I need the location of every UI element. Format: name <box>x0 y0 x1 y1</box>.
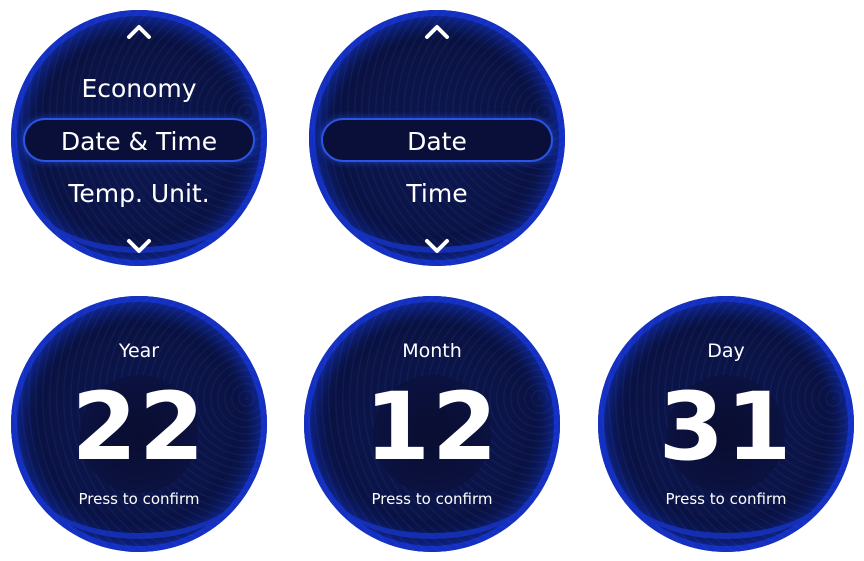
setter-value: 22 <box>71 373 207 482</box>
menu-item-date-time[interactable]: Date & Time <box>23 118 255 162</box>
confirm-hint: Press to confirm <box>371 490 493 508</box>
setter-value: 31 <box>658 373 794 482</box>
confirm-hint: Press to confirm <box>665 490 787 508</box>
chevron-down-icon[interactable] <box>424 238 450 254</box>
menu-item-date[interactable]: Date <box>321 118 553 162</box>
date-time-menu-dial[interactable]: Date Time <box>309 10 565 266</box>
chevron-up-icon[interactable] <box>126 24 152 40</box>
setter-value: 12 <box>364 373 500 482</box>
confirm-hint: Press to confirm <box>78 490 200 508</box>
menu-item-temp-unit[interactable]: Temp. Unit. <box>11 177 267 211</box>
menu-item-time[interactable]: Time <box>309 177 565 211</box>
menu-item-economy[interactable]: Economy <box>11 72 267 106</box>
setter-label: Year <box>118 340 160 362</box>
setter-label: Month <box>402 340 462 362</box>
day-setter-dial[interactable]: Day 31 Press to confirm <box>598 296 854 552</box>
month-setter-dial[interactable]: Month 12 Press to confirm <box>304 296 560 552</box>
chevron-down-icon[interactable] <box>126 238 152 254</box>
settings-menu-dial[interactable]: Economy Date & Time Temp. Unit. <box>11 10 267 266</box>
year-setter-dial[interactable]: Year 22 Press to confirm <box>11 296 267 552</box>
setter-label: Day <box>707 340 745 362</box>
chevron-up-icon[interactable] <box>424 24 450 40</box>
